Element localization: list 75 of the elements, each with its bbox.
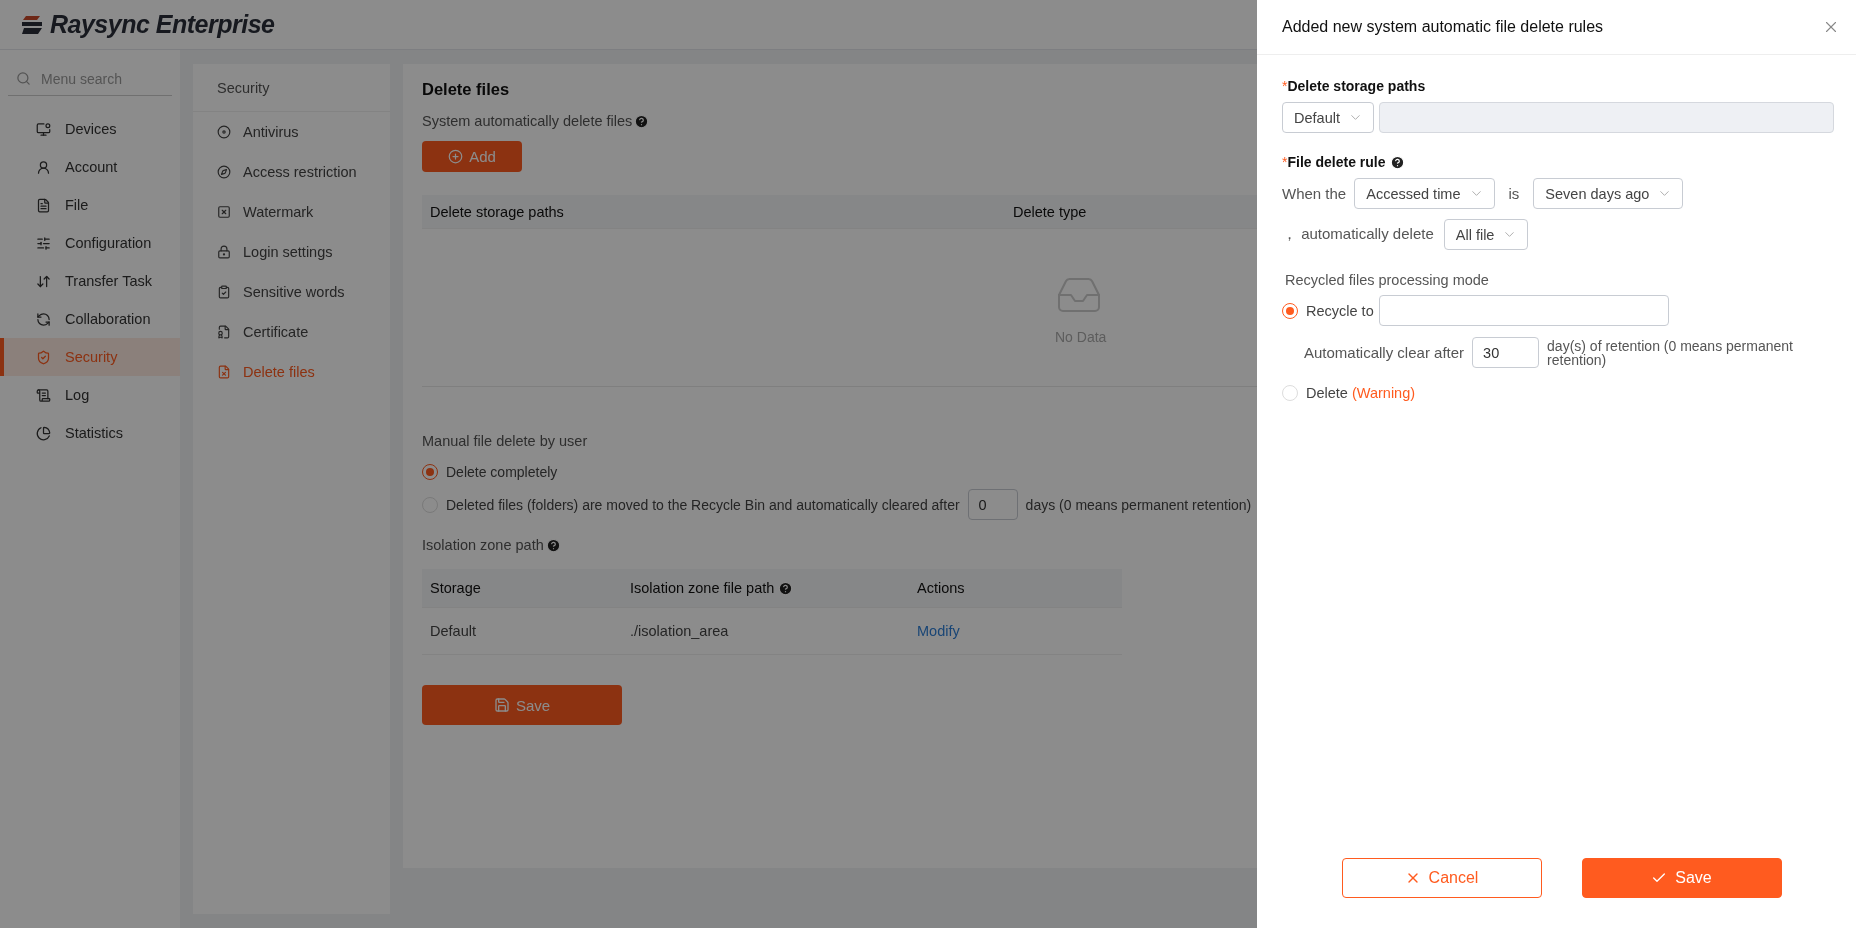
monitor-icon bbox=[36, 121, 51, 137]
retention-text: day(s) of retention (0 means permanent retention) bbox=[1547, 338, 1794, 367]
section-label: Manual file delete by user bbox=[422, 433, 588, 449]
table-cell-text: ./isolation_area bbox=[629, 623, 730, 639]
option-label: Deleted files (folders) are moved to the Recycle Bin and automatically cleared after bbox=[446, 496, 960, 513]
sliders-icon bbox=[36, 235, 51, 251]
storage-select[interactable]: Default bbox=[1282, 102, 1374, 133]
sidebar-item[interactable]: File bbox=[0, 186, 180, 224]
square-x-icon bbox=[217, 205, 231, 219]
days-field[interactable]: 0 bbox=[967, 489, 1018, 520]
arrows-icon bbox=[36, 273, 51, 289]
shield-icon bbox=[36, 349, 51, 365]
submenu-item[interactable]: Watermark bbox=[193, 192, 390, 232]
logo-icon bbox=[20, 13, 44, 36]
submenu-item[interactable]: Certificate bbox=[193, 312, 390, 352]
submenu-item[interactable]: Antivirus bbox=[193, 112, 390, 152]
sidebar-item[interactable]: Configuration bbox=[0, 224, 180, 262]
sidebar-item[interactable]: Account bbox=[0, 148, 180, 186]
sidebar-item[interactable]: Statistics bbox=[0, 414, 180, 452]
radio-button[interactable] bbox=[422, 463, 438, 480]
compass-icon bbox=[217, 165, 231, 179]
option-suffix: days (0 means permanent retention) bbox=[1025, 496, 1252, 513]
page-title: Delete files bbox=[422, 80, 510, 99]
menu-search-field[interactable]: Menu search bbox=[8, 62, 172, 96]
disc-icon bbox=[217, 125, 231, 139]
drawer-title: Added new system automatic file delete rules bbox=[1282, 18, 1604, 36]
section-label: Isolation zone path bbox=[422, 537, 544, 553]
days-field[interactable]: 30 bbox=[1472, 337, 1540, 368]
cancel-button[interactable]: Cancel bbox=[1341, 858, 1542, 898]
submenu-item[interactable]: Access restriction bbox=[193, 152, 390, 192]
sidebar-item[interactable]: Log bbox=[0, 376, 180, 414]
submenu-item[interactable]: Sensitive words bbox=[193, 272, 390, 312]
lock-icon bbox=[217, 245, 231, 259]
column-header: Delete storage paths bbox=[430, 203, 564, 220]
option-label: Recycle to bbox=[1306, 302, 1374, 319]
rule-text: When the bbox=[1282, 185, 1347, 202]
certificate-icon bbox=[217, 325, 231, 339]
recycle-path-field[interactable] bbox=[1378, 295, 1669, 326]
option-label: Delete completely bbox=[446, 463, 558, 480]
option-label: Delete (Warning) bbox=[1306, 384, 1416, 401]
column-header: Isolation zone file path bbox=[630, 580, 775, 596]
file-type-select[interactable]: All file bbox=[1443, 219, 1529, 250]
refresh-icon bbox=[36, 311, 51, 327]
pie-chart-icon bbox=[36, 425, 51, 441]
save-icon bbox=[493, 697, 510, 713]
option-label: Automatically clear after bbox=[1304, 344, 1465, 361]
column-header: Actions bbox=[917, 580, 965, 596]
sidebar-item[interactable]: Devices bbox=[0, 110, 180, 148]
table-cell-text: Default bbox=[429, 623, 477, 639]
search-icon bbox=[16, 71, 31, 86]
clipboard-icon bbox=[217, 285, 231, 299]
time-field-select[interactable]: Accessed time bbox=[1354, 178, 1495, 209]
radio-button[interactable] bbox=[1282, 302, 1298, 319]
list-icon bbox=[36, 387, 51, 403]
sidebar-item[interactable]: Collaboration bbox=[0, 300, 180, 338]
modify-link[interactable]: Modify bbox=[909, 623, 1122, 639]
rule-text: is bbox=[1508, 185, 1520, 202]
file-x-icon bbox=[217, 365, 231, 379]
field-label: *Delete storage paths bbox=[1282, 78, 1426, 94]
sidebar-item[interactable]: Transfer Task bbox=[0, 262, 180, 300]
menu-search-input[interactable]: Menu search bbox=[39, 69, 159, 88]
save-button[interactable]: Save bbox=[1581, 858, 1782, 898]
section-label: Recycled files processing mode bbox=[1285, 272, 1489, 288]
user-icon bbox=[36, 159, 51, 175]
column-header: Storage bbox=[430, 580, 481, 596]
field-label: *File delete rule bbox=[1282, 154, 1386, 170]
column-header: Delete type bbox=[1013, 203, 1087, 220]
time-select[interactable]: Seven days ago bbox=[1533, 178, 1684, 209]
file-icon bbox=[36, 197, 51, 213]
submenu-title: Security bbox=[193, 64, 390, 112]
plus-icon bbox=[448, 149, 464, 164]
rule-text: ， automatically delete bbox=[1282, 225, 1434, 244]
submenu-item[interactable]: Login settings bbox=[193, 232, 390, 272]
brand-name: Raysync Enterprise bbox=[50, 10, 275, 39]
section-label: System automatically delete files bbox=[422, 113, 633, 129]
